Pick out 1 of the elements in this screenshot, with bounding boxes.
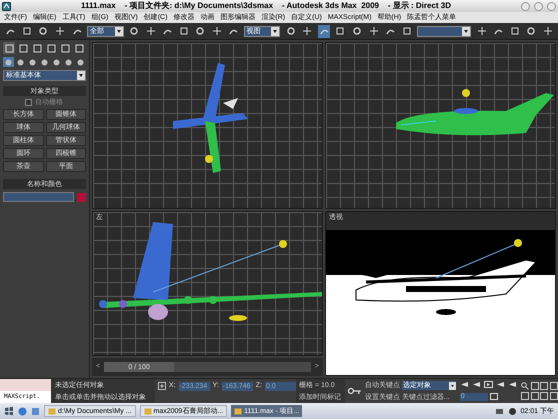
window-title: 1111.max - 项目文件夹: d:\My Documents\3dsmax - Autodesk 3ds Max 2009 - 显示 : Direct 3D [80,2,452,10]
